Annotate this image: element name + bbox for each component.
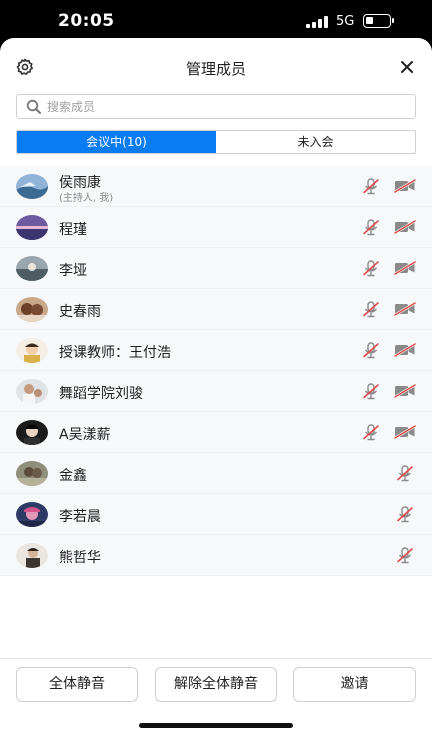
mic-muted-icon[interactable]	[362, 342, 380, 359]
header: 管理成员	[0, 38, 432, 96]
member-name: 程瑾	[59, 222, 87, 238]
avatar	[16, 420, 48, 445]
mic-muted-icon[interactable]	[362, 301, 380, 318]
avatar	[16, 215, 48, 240]
member-name: A吴漾薪	[59, 427, 111, 443]
search-box	[16, 94, 416, 119]
member-name: 史春雨	[59, 304, 101, 320]
list-item[interactable]: 史春雨	[0, 289, 432, 330]
mic-muted-icon[interactable]	[362, 219, 380, 236]
avatar	[16, 543, 48, 568]
list-item[interactable]: 李垭	[0, 248, 432, 289]
avatar	[16, 502, 48, 527]
mic-muted-icon[interactable]	[362, 424, 380, 441]
avatar	[16, 379, 48, 404]
page-title: 管理成员	[185, 60, 246, 78]
list-item[interactable]: 授课教师：王付浩	[0, 330, 432, 371]
signal-icon	[306, 16, 328, 28]
search-icon	[26, 99, 41, 114]
member-list: 侯雨康 (主持人, 我) 程瑾 李垭 史春雨 授课教师：王付浩 舞蹈学院刘骏 A…	[0, 166, 432, 576]
member-name: 金鑫	[59, 468, 87, 484]
mic-muted-icon[interactable]	[362, 260, 380, 277]
camera-off-icon[interactable]	[394, 302, 416, 316]
member-name: 李垭	[59, 263, 87, 279]
avatar	[16, 174, 48, 199]
list-item[interactable]: 熊哲华	[0, 535, 432, 576]
footer-actions: 全体静音 解除全体静音 邀请	[0, 658, 432, 736]
invite-button[interactable]: 邀请	[293, 667, 416, 702]
search-input[interactable]	[47, 97, 407, 117]
list-item[interactable]: 舞蹈学院刘骏	[0, 371, 432, 412]
member-name: 授课教师：王付浩	[59, 345, 171, 361]
member-tabs: 会议中(10) 未入会	[16, 130, 416, 154]
tab-not-joined[interactable]: 未入会	[216, 131, 415, 153]
camera-off-icon[interactable]	[394, 261, 416, 275]
avatar	[16, 338, 48, 363]
camera-off-icon[interactable]	[394, 384, 416, 398]
camera-off-icon[interactable]	[394, 220, 416, 234]
list-item[interactable]: A吴漾薪	[0, 412, 432, 453]
avatar	[16, 256, 48, 281]
camera-off-icon[interactable]	[394, 425, 416, 439]
mic-muted-icon[interactable]	[396, 506, 414, 523]
mic-muted-icon[interactable]	[362, 383, 380, 400]
camera-off-icon[interactable]	[394, 343, 416, 357]
list-item[interactable]: 金鑫	[0, 453, 432, 494]
battery-icon	[363, 14, 394, 28]
unmute-all-button[interactable]: 解除全体静音	[155, 667, 277, 702]
member-name: 李若晨	[59, 509, 101, 525]
manage-members-sheet: 管理成员 会议中(10) 未入会 侯雨康 (主持人, 我)	[0, 38, 432, 736]
member-name: 舞蹈学院刘骏	[59, 386, 143, 402]
network-type: 5G	[336, 14, 355, 29]
member-role: (主持人, 我)	[59, 193, 114, 204]
avatar	[16, 461, 48, 486]
camera-off-icon[interactable]	[394, 179, 416, 193]
list-item[interactable]: 侯雨康 (主持人, 我)	[0, 166, 432, 207]
tab-in-meeting[interactable]: 会议中(10)	[17, 131, 216, 153]
mic-muted-icon[interactable]	[362, 178, 380, 195]
member-name: 熊哲华	[59, 550, 101, 566]
status-time: 20:05	[58, 11, 115, 31]
list-item[interactable]: 程瑾	[0, 207, 432, 248]
list-item[interactable]: 李若晨	[0, 494, 432, 535]
avatar	[16, 297, 48, 322]
mute-all-button[interactable]: 全体静音	[16, 667, 138, 702]
close-icon[interactable]	[398, 58, 416, 76]
home-indicator[interactable]	[139, 723, 293, 728]
mic-muted-icon[interactable]	[396, 465, 414, 482]
mic-muted-icon[interactable]	[396, 547, 414, 564]
